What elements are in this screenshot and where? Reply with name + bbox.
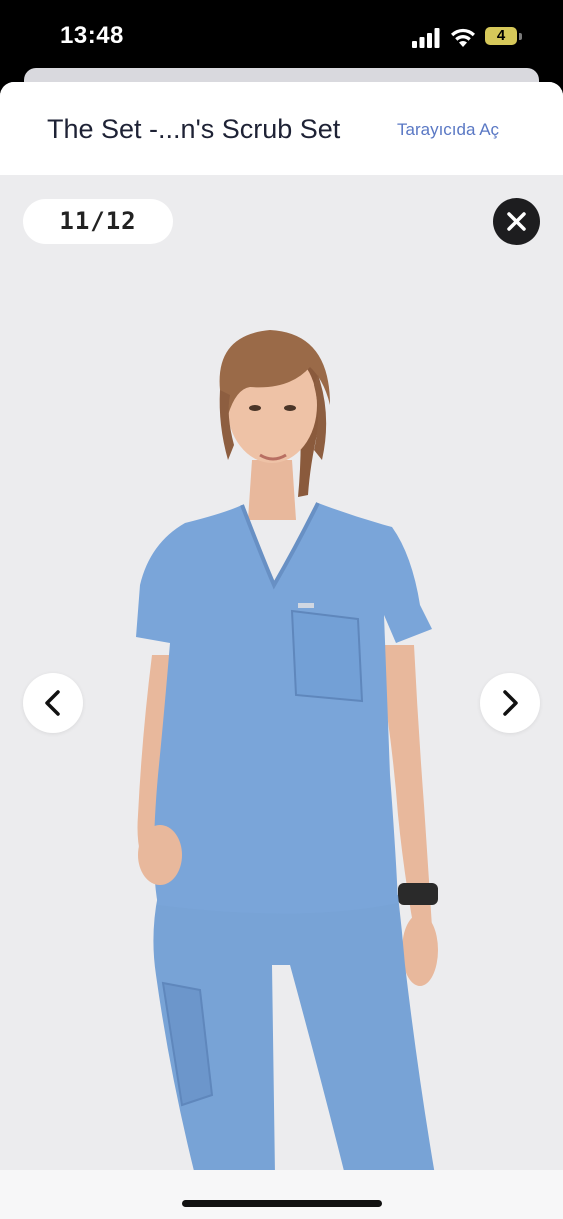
previous-image-button[interactable] xyxy=(23,673,83,733)
status-bar: 13:48 4 xyxy=(0,0,563,70)
wifi-icon xyxy=(451,28,475,47)
sheet-header: The Set -...n's Scrub Set Tarayıcıda Aç xyxy=(0,82,563,175)
image-counter: 11/12 xyxy=(23,199,173,244)
close-button[interactable] xyxy=(493,198,540,245)
close-icon xyxy=(507,212,526,231)
chevron-right-icon xyxy=(503,690,518,716)
home-indicator[interactable] xyxy=(182,1200,382,1207)
next-image-button[interactable] xyxy=(480,673,540,733)
bottom-bar xyxy=(0,1170,563,1219)
preview-sheet: The Set -...n's Scrub Set Tarayıcıda Aç xyxy=(0,82,563,1219)
chevron-left-icon xyxy=(45,690,60,716)
cellular-signal-icon xyxy=(412,28,440,48)
sheet-title: The Set -...n's Scrub Set xyxy=(47,114,341,144)
battery-level: 4 xyxy=(496,27,506,44)
battery-icon: 4 xyxy=(485,27,523,47)
status-time: 13:48 xyxy=(60,22,124,49)
product-photo xyxy=(0,175,563,1170)
open-in-browser-link[interactable]: Tarayıcıda Aç xyxy=(397,120,499,140)
image-viewer[interactable]: 11/12 xyxy=(0,175,563,1170)
